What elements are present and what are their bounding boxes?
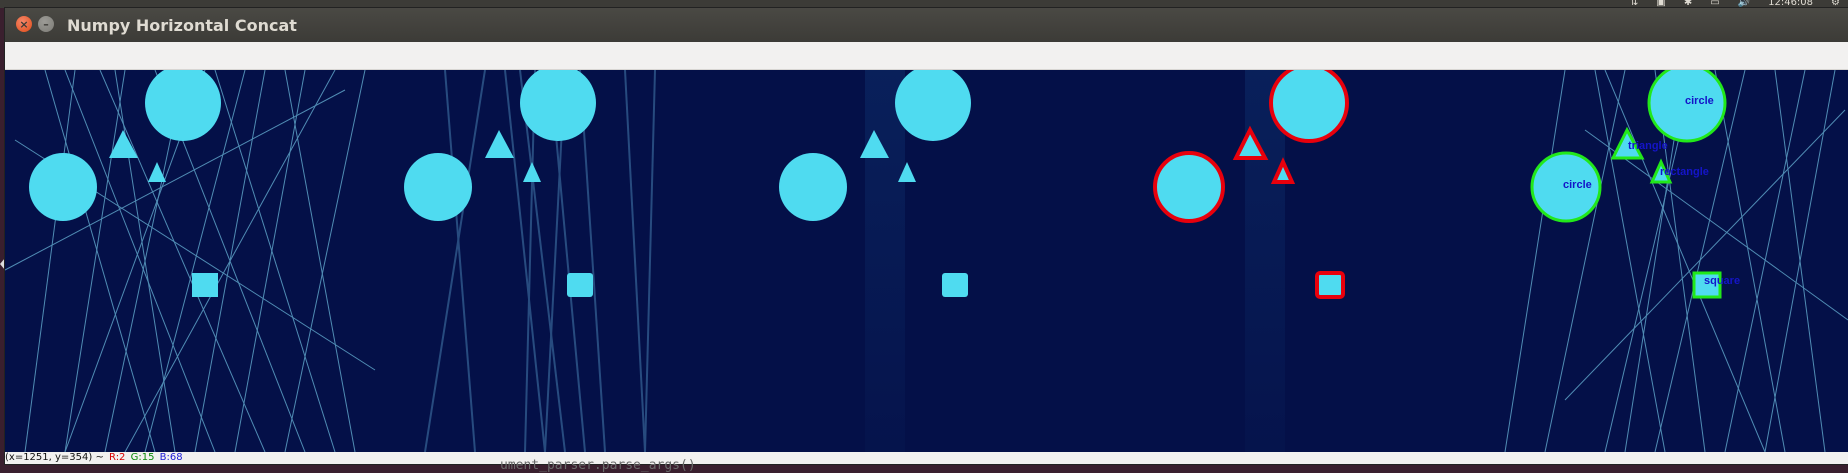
cursor-coords: (x=1251, y=354) ~ [5, 452, 104, 463]
close-icon: × [19, 17, 29, 31]
titlebar[interactable]: × – Numpy Horizontal Concat [5, 8, 1848, 42]
concatenated-image[interactable]: circle circle triangle rectangle square [5, 70, 1848, 452]
top-panel: ⇅ ▣ ✱ ▭ 🔊 12:46:08 ⚙ [0, 0, 1848, 8]
circle-shape [779, 153, 847, 221]
pixel-green: G:15 [130, 452, 155, 463]
square-shape [942, 273, 968, 297]
toolbar [5, 42, 1848, 70]
battery-icon[interactable]: ▭ [1710, 0, 1719, 8]
square-shape [192, 273, 218, 297]
pixel-blue: B:68 [159, 452, 183, 463]
circle-shape [404, 153, 472, 221]
panel-1-shapes [29, 70, 221, 297]
minimize-icon: – [43, 17, 49, 31]
label-square: square [1704, 275, 1740, 287]
network-icon[interactable]: ⇅ [1630, 0, 1638, 8]
circle-shape [145, 70, 221, 141]
square-shape [567, 273, 593, 297]
square-contour [1315, 271, 1345, 299]
keyboard-icon[interactable]: ▣ [1656, 0, 1665, 8]
close-button[interactable]: × [16, 16, 32, 32]
bluetooth-icon[interactable]: ✱ [1684, 0, 1692, 8]
triangle-shape [523, 162, 541, 182]
circle-shape [29, 153, 97, 221]
circle-contour [1153, 151, 1225, 223]
pixel-red: R:2 [109, 452, 126, 463]
circle-contour [1269, 70, 1349, 143]
circle-shape [895, 70, 971, 141]
minimize-button[interactable]: – [38, 16, 54, 32]
label-circle-mid: circle [1563, 179, 1592, 191]
gear-icon[interactable]: ⚙ [1831, 0, 1840, 8]
terminal-text: ument_parser.parse_args() [500, 458, 696, 473]
window-title: Numpy Horizontal Concat [67, 16, 297, 35]
clock[interactable]: 12:46:08 [1768, 0, 1813, 8]
status-bar: (x=1251, y=354) ~ R:2 G:15 B:68 [5, 452, 1848, 464]
label-circle-top: circle [1685, 95, 1714, 107]
system-tray: ⇅ ▣ ✱ ▭ 🔊 12:46:08 ⚙ [1630, 0, 1840, 8]
volume-icon[interactable]: 🔊 [1738, 0, 1750, 8]
label-rectangle: rectangle [1660, 166, 1709, 178]
triangle-shape [485, 130, 514, 158]
label-triangle: triangle [1628, 140, 1668, 152]
image-window: × – Numpy Horizontal Concat circle circl… [5, 8, 1848, 464]
